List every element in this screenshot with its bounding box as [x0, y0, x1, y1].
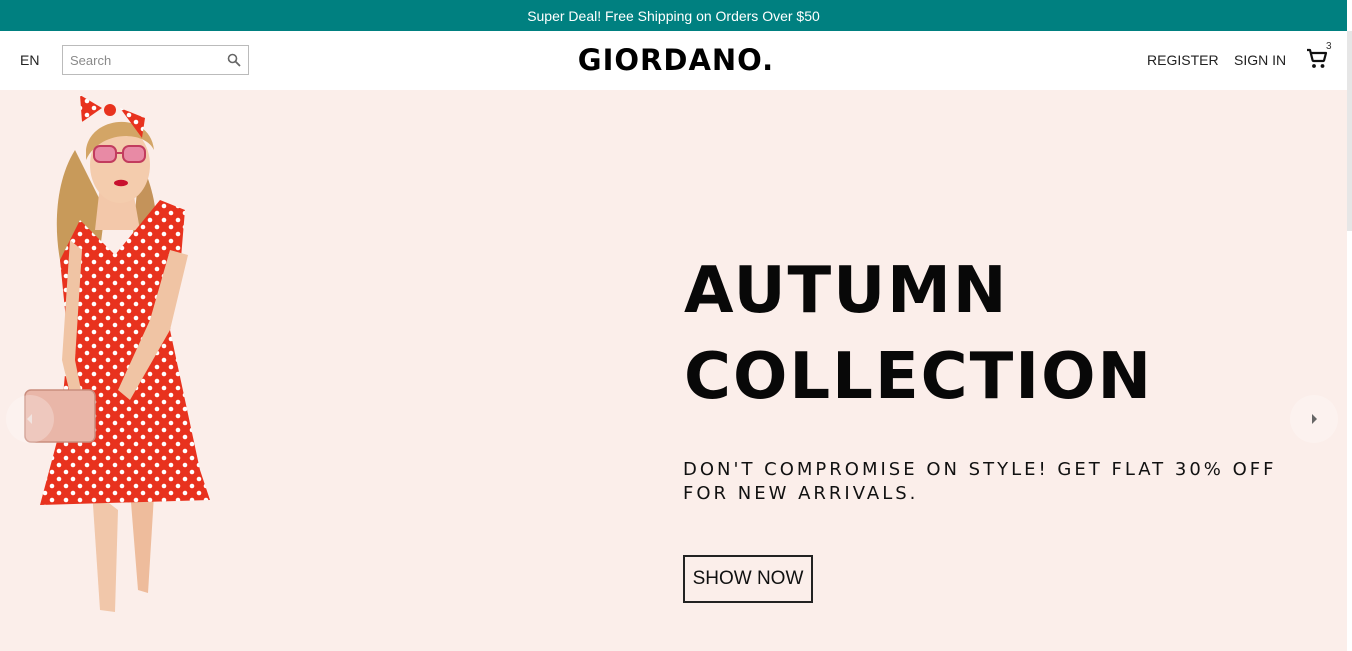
register-link[interactable]: REGISTER [1147, 52, 1219, 68]
page-scrollbar[interactable] [1347, 31, 1352, 231]
model-photo [24, 95, 210, 612]
hero-headline: AUTUMN COLLECTION [684, 248, 1153, 420]
show-now-button[interactable]: SHOW NOW [683, 555, 813, 603]
chevron-right-icon [1312, 414, 1317, 424]
subtext-line-2: FOR NEW ARRIVALS. [683, 483, 919, 504]
cart-count-badge: 3 [1326, 41, 1332, 52]
subtext-line-1: DON'T COMPROMISE ON STYLE! GET FLAT 30% … [683, 459, 1277, 480]
sign-in-link[interactable]: SIGN IN [1234, 52, 1286, 68]
announcement-text: Super Deal! Free Shipping on Orders Over… [527, 7, 820, 24]
carousel-next-button[interactable] [1290, 395, 1338, 443]
chevron-left-icon [27, 414, 32, 424]
announcement-bar: Super Deal! Free Shipping on Orders Over… [0, 0, 1347, 31]
headline-line-2: COLLECTION [684, 340, 1154, 414]
hero-subtext: DON'T COMPROMISE ON STYLE! GET FLAT 30% … [683, 458, 1303, 506]
hero-banner: AUTUMN COLLECTION DON'T COMPROMISE ON ST… [0, 90, 1347, 651]
carousel-prev-button[interactable] [6, 395, 54, 443]
site-header: EN GIORDANO. REGISTER SIGN IN 3 [0, 31, 1347, 90]
headline-line-1: AUTUMN [684, 254, 1009, 328]
